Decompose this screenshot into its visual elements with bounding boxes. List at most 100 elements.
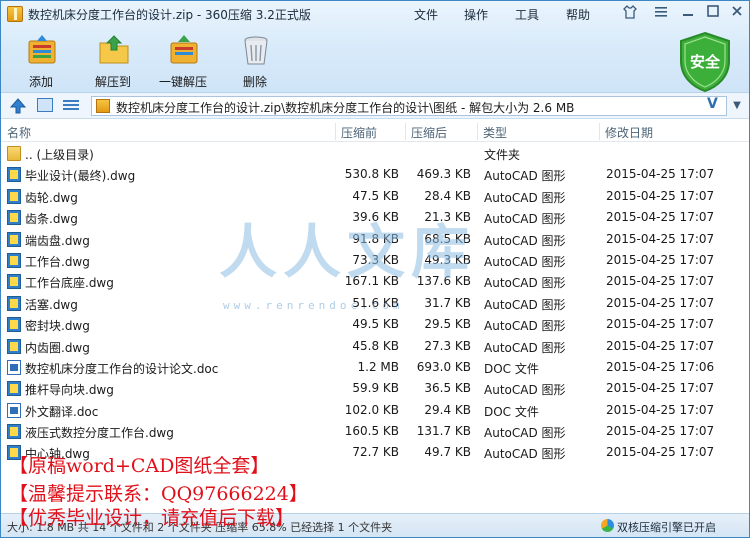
- column-divider: [599, 123, 600, 140]
- table-row[interactable]: 端齿盘.dwg 91.8 KB 68.5 KB AutoCAD 图形 2015-04-2…: [1, 229, 749, 250]
- file-compressed-size: 31.7 KB: [424, 295, 471, 310]
- file-modified: 2015-04-25 17:07: [606, 274, 715, 289]
- table-row[interactable]: 工作台底座.dwg 167.1 KB 137.6 KB AutoCAD 图形 2015-…: [1, 271, 749, 292]
- table-header: 名称 压缩前 压缩后 类型 修改日期: [1, 121, 749, 142]
- file-compressed-size: 21.3 KB: [424, 210, 471, 225]
- column-divider: [335, 123, 336, 140]
- menu-tools[interactable]: 工具: [515, 6, 539, 23]
- address-bar[interactable]: 数控机床分度工作台的设计.zip\数控机床分度工作台的设计\图纸 - 解包大小为…: [91, 96, 727, 116]
- chevron-down-icon[interactable]: ▼: [729, 97, 745, 115]
- file-type: AutoCAD 图形: [484, 297, 566, 312]
- file-compressed-size: 49.7 KB: [424, 445, 471, 460]
- file-compressed-size: 693.0 KB: [416, 359, 471, 374]
- dwg-file-icon: [7, 338, 21, 354]
- file-name: 推杆导向块.dwg: [25, 383, 114, 398]
- table-row[interactable]: 毕业设计(最终).dwg 530.8 KB 469.3 KB AutoCAD 图形 20…: [1, 164, 749, 185]
- table-row[interactable]: 数控机床分度工作台的设计论文.doc 1.2 MB 693.0 KB DOC 文件 20…: [1, 357, 749, 378]
- dwg-file-icon: [7, 274, 21, 290]
- file-name: 外文翻译.doc: [25, 404, 99, 419]
- close-icon[interactable]: [727, 4, 747, 22]
- file-compressed-size: 36.5 KB: [424, 381, 471, 396]
- one-click-extract-icon: [167, 33, 201, 67]
- table-row[interactable]: 液压式数控分度工作台.dwg 160.5 KB 131.7 KB AutoCAD 图形…: [1, 421, 749, 442]
- menu-operation[interactable]: 操作: [464, 6, 488, 23]
- file-type: AutoCAD 图形: [484, 383, 566, 398]
- file-name: 液压式数控分度工作台.dwg: [25, 426, 174, 441]
- app-window: 数控机床分度工作台的设计.zip - 360压缩 3.2正式版 文件 操作 工具…: [0, 0, 750, 538]
- file-name: 毕业设计(最终).dwg: [25, 169, 136, 184]
- doc-file-icon: [7, 359, 21, 375]
- column-name[interactable]: 名称: [7, 124, 31, 141]
- icon-view-icon[interactable]: [37, 98, 53, 112]
- file-modified: 2015-04-25 17:07: [606, 445, 715, 460]
- file-compressed-size: 29.4 KB: [424, 402, 471, 417]
- menu-help[interactable]: 帮助: [566, 6, 590, 23]
- table-row[interactable]: 密封块.dwg 49.5 KB 29.5 KB AutoCAD 图形 2015-04-2…: [1, 314, 749, 335]
- table-row[interactable]: 内齿圈.dwg 45.8 KB 27.3 KB AutoCAD 图形 2015-04-2…: [1, 336, 749, 357]
- doc-file-icon: [7, 402, 21, 418]
- extract-to-button[interactable]: 解压到: [83, 33, 143, 89]
- file-name: 端齿盘.dwg: [25, 233, 90, 248]
- archive-icon: [96, 99, 110, 113]
- dwg-file-icon: [7, 188, 21, 204]
- table-row[interactable]: 外文翻译.doc 102.0 KB 29.4 KB DOC 文件 2015-04-25 …: [1, 400, 749, 421]
- one-click-extract-button[interactable]: 一键解压: [153, 33, 213, 89]
- maximize-icon[interactable]: [703, 4, 723, 22]
- extract-folder-icon: [97, 33, 131, 67]
- extract-to-label: 解压到: [94, 75, 131, 89]
- file-name: 数控机床分度工作台的设计论文.doc: [25, 361, 219, 376]
- column-type[interactable]: 类型: [483, 124, 507, 141]
- promo-line-2: 【温馨提示联系：QQ97666224】: [9, 483, 308, 505]
- table-row[interactable]: 齿条.dwg 39.6 KB 21.3 KB AutoCAD 图形 2015-04-25…: [1, 207, 749, 228]
- file-size: 530.8 KB: [344, 167, 399, 182]
- minimize-icon[interactable]: [678, 4, 698, 22]
- file-modified: 2015-04-25 17:07: [606, 381, 715, 396]
- skin-icon[interactable]: [620, 4, 640, 22]
- file-modified: 2015-04-25 17:07: [606, 210, 715, 225]
- window-chrome: 数控机床分度工作台的设计.zip - 360压缩 3.2正式版 文件 操作 工具…: [1, 1, 749, 93]
- file-type: AutoCAD 图形: [484, 340, 566, 355]
- list-view-icon[interactable]: [63, 98, 79, 112]
- file-modified: 2015-04-25 17:07: [606, 295, 715, 310]
- file-compressed-size: 137.6 KB: [416, 274, 471, 289]
- column-size[interactable]: 压缩前: [341, 124, 377, 141]
- file-name: 内齿圈.dwg: [25, 340, 90, 355]
- file-type: AutoCAD 图形: [484, 276, 566, 291]
- file-modified: 2015-04-25 17:07: [606, 424, 715, 439]
- column-compressed[interactable]: 压缩后: [411, 124, 447, 141]
- column-divider: [405, 123, 406, 140]
- menu-lines-icon[interactable]: [651, 4, 671, 22]
- file-modified: 2015-04-25 17:07: [606, 338, 715, 353]
- file-modified: 2015-04-25 17:07: [606, 252, 715, 267]
- file-name: 齿轮.dwg: [25, 190, 78, 205]
- file-compressed-size: 29.5 KB: [424, 317, 471, 332]
- table-row[interactable]: 活塞.dwg 51.6 KB 31.7 KB AutoCAD 图形 2015-04-25…: [1, 293, 749, 314]
- table-row[interactable]: 推杆导向块.dwg 59.9 KB 36.5 KB AutoCAD 图形 2015-04…: [1, 378, 749, 399]
- window-title: 数控机床分度工作台的设计.zip - 360压缩 3.2正式版: [28, 8, 311, 22]
- file-type: AutoCAD 图形: [484, 169, 566, 184]
- engine-status[interactable]: 双核压缩引擎已开启: [617, 519, 716, 535]
- file-type: AutoCAD 图形: [484, 426, 566, 441]
- file-type: AutoCAD 图形: [484, 212, 566, 227]
- file-compressed-size: 469.3 KB: [416, 167, 471, 182]
- table-row[interactable]: 齿轮.dwg 47.5 KB 28.4 KB AutoCAD 图形 2015-04-25…: [1, 186, 749, 207]
- menu-file[interactable]: 文件: [414, 6, 438, 23]
- add-button[interactable]: 添加: [11, 33, 71, 89]
- table-row[interactable]: 工作台.dwg 73.3 KB 49.3 KB AutoCAD 图形 2015-04-2…: [1, 250, 749, 271]
- file-compressed-size: 27.3 KB: [424, 338, 471, 353]
- folder-icon: [7, 146, 21, 161]
- file-modified: 2015-04-25 17:07: [606, 231, 715, 246]
- up-arrow-icon[interactable]: [9, 97, 27, 115]
- delete-button[interactable]: 删除: [225, 33, 285, 89]
- file-type: AutoCAD 图形: [484, 254, 566, 269]
- file-size: 59.9 KB: [352, 381, 399, 396]
- table-row[interactable]: .. (上级目录) 文件夹: [1, 143, 749, 164]
- file-size: 72.7 KB: [352, 445, 399, 460]
- promo-line-3: 【优秀毕业设计，请充值后下载】: [9, 507, 295, 529]
- trash-icon: [239, 33, 273, 67]
- file-name: 活塞.dwg: [25, 297, 78, 312]
- address-v-button[interactable]: V: [707, 96, 718, 112]
- security-shield-badge[interactable]: 安全: [677, 31, 733, 93]
- file-type: AutoCAD 图形: [484, 447, 566, 462]
- column-modified[interactable]: 修改日期: [605, 124, 653, 141]
